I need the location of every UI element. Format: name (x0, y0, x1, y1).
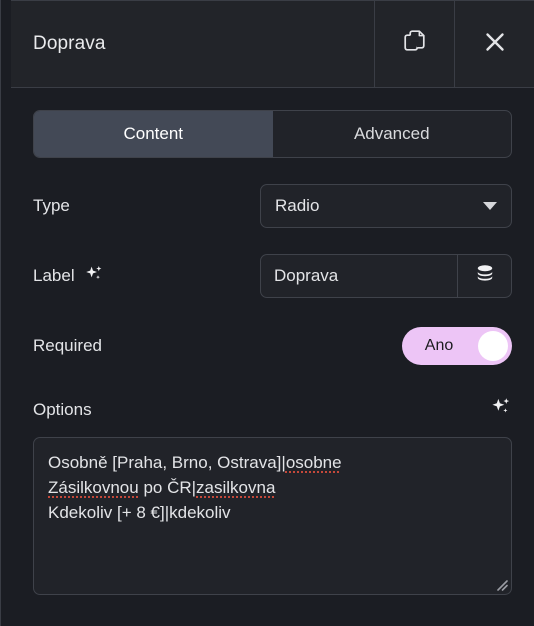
misspelled-word: osobne (285, 453, 342, 472)
close-icon (484, 31, 506, 58)
required-toggle[interactable]: Ano (402, 327, 512, 365)
required-control: Ano (402, 327, 512, 365)
options-textarea[interactable]: Osobně [Praha, Brno, Ostrava]|osobne Zási… (33, 437, 512, 595)
label-label-group: Label (33, 264, 104, 289)
type-select[interactable]: Radio (260, 184, 512, 228)
chevron-down-icon (483, 202, 497, 210)
tab-advanced[interactable]: Advanced (273, 111, 512, 157)
field-settings-panel: Doprava Content Advanced Type Radio Labe… (0, 0, 534, 626)
close-button[interactable] (454, 1, 534, 87)
options-line: Osobně [Praha, Brno, Ostrava]|osobne (48, 450, 497, 475)
required-toggle-label: Ano (424, 337, 454, 354)
misspelled-word: zasilkovna (196, 478, 276, 497)
label-input-group (260, 254, 512, 298)
label-input[interactable] (261, 255, 457, 297)
type-label: Type (33, 196, 70, 215)
database-icon (475, 263, 495, 290)
tab-content[interactable]: Content (34, 111, 273, 157)
options-text: Osobně [Praha, Brno, Ostrava]| (48, 453, 286, 472)
type-control: Radio (260, 184, 512, 228)
options-label: Options (33, 399, 92, 419)
misspelled-word: Zásilkovnou (48, 478, 139, 497)
toggle-knob (478, 331, 508, 361)
label-text: Label (33, 266, 75, 285)
panel-header: Doprava (11, 0, 534, 88)
copy-icon (403, 29, 426, 59)
options-line: Kdekoliv [+ 8 €]|kdekoliv (48, 500, 497, 525)
sparkles-icon (490, 396, 512, 423)
panel-body: Content Advanced Type Radio Label Doprav… (11, 110, 534, 595)
options-text: po ČR| (138, 478, 197, 497)
required-label: Required (33, 336, 102, 355)
sparkles-icon[interactable] (84, 264, 104, 289)
label-control (260, 254, 512, 298)
tab-bar: Content Advanced (33, 110, 512, 158)
options-text: Kdekoliv [+ 8 €]|kdekoliv (48, 503, 231, 522)
label-database-button[interactable] (457, 255, 511, 297)
options-line: Zásilkovnou po ČR|zasilkovna (48, 475, 497, 500)
field-row-required: Required Ano (33, 324, 512, 368)
page-title: Doprava (33, 33, 106, 54)
resize-handle-icon[interactable] (494, 577, 508, 591)
field-row-type: Type Radio (33, 184, 512, 228)
duplicate-button[interactable] (374, 1, 454, 87)
header-title-cell: Doprava (11, 1, 374, 87)
field-row-label: Label (33, 254, 512, 298)
type-select-value: Radio (275, 196, 320, 215)
options-header: Options (33, 396, 512, 423)
options-sparkles-button[interactable] (490, 396, 512, 423)
options-textarea-content: Osobně [Praha, Brno, Ostrava]|osobne Zási… (34, 438, 511, 525)
